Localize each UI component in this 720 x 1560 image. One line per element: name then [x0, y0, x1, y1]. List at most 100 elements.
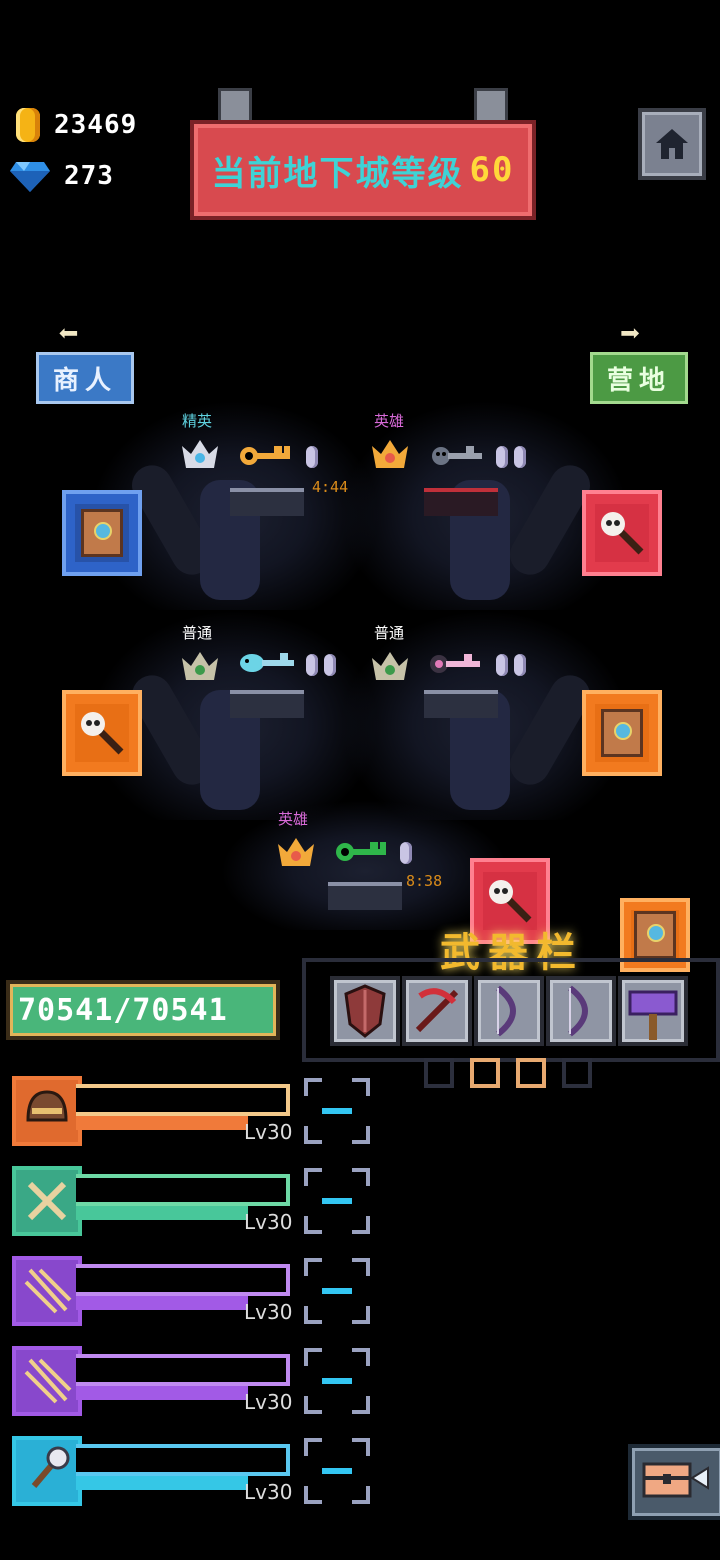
hero-portrait [12, 1256, 82, 1326]
chamber-tier-label: 英雄 [374, 412, 405, 430]
soul-egg-icon [306, 654, 318, 676]
empty-slot-dash [322, 1288, 352, 1294]
dungeon-level-label: 当前地下城等级 [211, 153, 464, 194]
slot-corner [304, 1168, 322, 1186]
right-arrow-icon[interactable]: ➡ [620, 314, 640, 354]
hero-equip-slot-1[interactable] [304, 1078, 370, 1144]
slot-corner [304, 1078, 322, 1096]
chamber-pedestal [230, 690, 304, 718]
slot-corner [352, 1216, 370, 1234]
skull-staff-card[interactable] [582, 490, 662, 576]
crossed-bones-icon [27, 1181, 67, 1221]
hero-equip-slot-3[interactable] [304, 1258, 370, 1324]
chamber-pedestal [328, 882, 402, 910]
hero-portrait [12, 1436, 82, 1506]
hero-hp-bar [76, 1476, 248, 1490]
shield-icon [344, 984, 386, 1038]
dungeon-level-value: 60 [469, 150, 515, 190]
skill-book-card[interactable] [62, 490, 142, 576]
empty-slot-dash [322, 1198, 352, 1204]
hero-equip-slot-2[interactable] [304, 1168, 370, 1234]
slot-corner [304, 1258, 322, 1276]
weapon-slot-5[interactable] [618, 976, 688, 1046]
hero-xp-bar [76, 1264, 290, 1296]
skill-book-card[interactable] [582, 690, 662, 776]
skull-key-icon [432, 446, 482, 465]
gold-coin-icon [16, 108, 40, 142]
pink-key-icon [430, 654, 480, 673]
weapon-page-dot[interactable] [516, 1058, 546, 1088]
skull-staff-icon [489, 880, 532, 923]
camp-button[interactable]: 营地 [590, 352, 688, 404]
soul-egg-icon [496, 654, 508, 676]
soul-egg-icon [514, 446, 526, 468]
hero-level: Lv30 [244, 1390, 293, 1414]
treasure-chest-icon [642, 1462, 709, 1498]
arrows-icon [24, 1358, 72, 1404]
chest-video-button[interactable] [628, 1444, 720, 1520]
crossbow-icon [415, 988, 459, 1033]
weapon-page-dot[interactable] [562, 1058, 592, 1088]
slot-corner [352, 1078, 370, 1096]
gem-counter: 273 [10, 160, 114, 192]
merchant-button[interactable]: 商人 [36, 352, 134, 404]
hero-crown-icon [372, 440, 408, 468]
merchant-label: 商人 [52, 365, 117, 396]
home-button[interactable] [638, 108, 706, 180]
hammer-icon [628, 990, 678, 1040]
slot-corner [352, 1306, 370, 1324]
home-icon [656, 129, 688, 159]
skull-staff-card[interactable] [62, 690, 142, 776]
hero-level: Lv30 [244, 1120, 293, 1144]
hero-row-1[interactable]: Lv30 [12, 1076, 292, 1150]
hero-row-3[interactable]: Lv30 [12, 1256, 292, 1330]
hero-level: Lv30 [244, 1480, 293, 1504]
weapon-slot-1[interactable] [330, 976, 400, 1046]
hero-row-2[interactable]: Lv30 [12, 1166, 292, 1240]
dungeon-chamber-5[interactable]: 英雄 8:38 [220, 800, 510, 930]
slot-corner [304, 1348, 322, 1366]
soul-egg-icon [324, 654, 336, 676]
empty-slot-dash [322, 1108, 352, 1114]
chamber-tier-label: 精英 [182, 412, 213, 430]
hero-row-5[interactable]: Lv30 [12, 1436, 292, 1510]
mace-icon [31, 1446, 70, 1488]
hero-row-4[interactable]: Lv30 [12, 1346, 292, 1420]
player-hp-text: 70541/70541 [18, 992, 228, 1028]
hero-equip-slot-5[interactable] [304, 1438, 370, 1504]
fish-key-icon [240, 653, 294, 672]
left-arrow-icon[interactable]: ⬅ [58, 314, 78, 354]
chamber-tier-label: 普通 [374, 624, 405, 642]
hero-xp-bar [76, 1444, 290, 1476]
empty-slot-dash [322, 1468, 352, 1474]
slot-corner [352, 1396, 370, 1414]
normal-crown-icon [182, 652, 218, 680]
gold-key-icon [240, 446, 290, 465]
weapon-page-dot[interactable] [470, 1058, 500, 1088]
helmet-icon [26, 1090, 68, 1122]
chamber-timer: 8:38 [406, 872, 443, 890]
slot-corner [304, 1216, 322, 1234]
weapon-slot-2[interactable] [402, 976, 472, 1046]
hero-crown-icon [278, 838, 314, 866]
weapon-page-dot[interactable] [424, 1058, 454, 1088]
skull-staff-icon [601, 512, 644, 555]
hero-equip-slot-4[interactable] [304, 1348, 370, 1414]
gem-amount: 273 [64, 161, 114, 191]
hero-hp-bar [76, 1206, 248, 1220]
slot-corner [352, 1258, 370, 1276]
chamber-pedestal [230, 488, 304, 516]
dungeon-level-banner: 当前地下城等级 60 [190, 120, 536, 220]
hero-hp-bar [76, 1386, 248, 1400]
player-hp-bar: 70541/70541 [6, 980, 280, 1040]
slot-corner [352, 1168, 370, 1186]
soul-egg-icon [400, 842, 412, 864]
chamber-pedestal [424, 690, 498, 718]
soul-egg-icon [514, 654, 526, 676]
normal-crown-icon [372, 652, 408, 680]
weapon-slot-4[interactable] [546, 976, 616, 1046]
weapon-slot-3[interactable] [474, 976, 544, 1046]
skull-staff-icon [81, 712, 124, 755]
hero-level: Lv30 [244, 1210, 293, 1234]
chamber-fog [220, 800, 510, 930]
